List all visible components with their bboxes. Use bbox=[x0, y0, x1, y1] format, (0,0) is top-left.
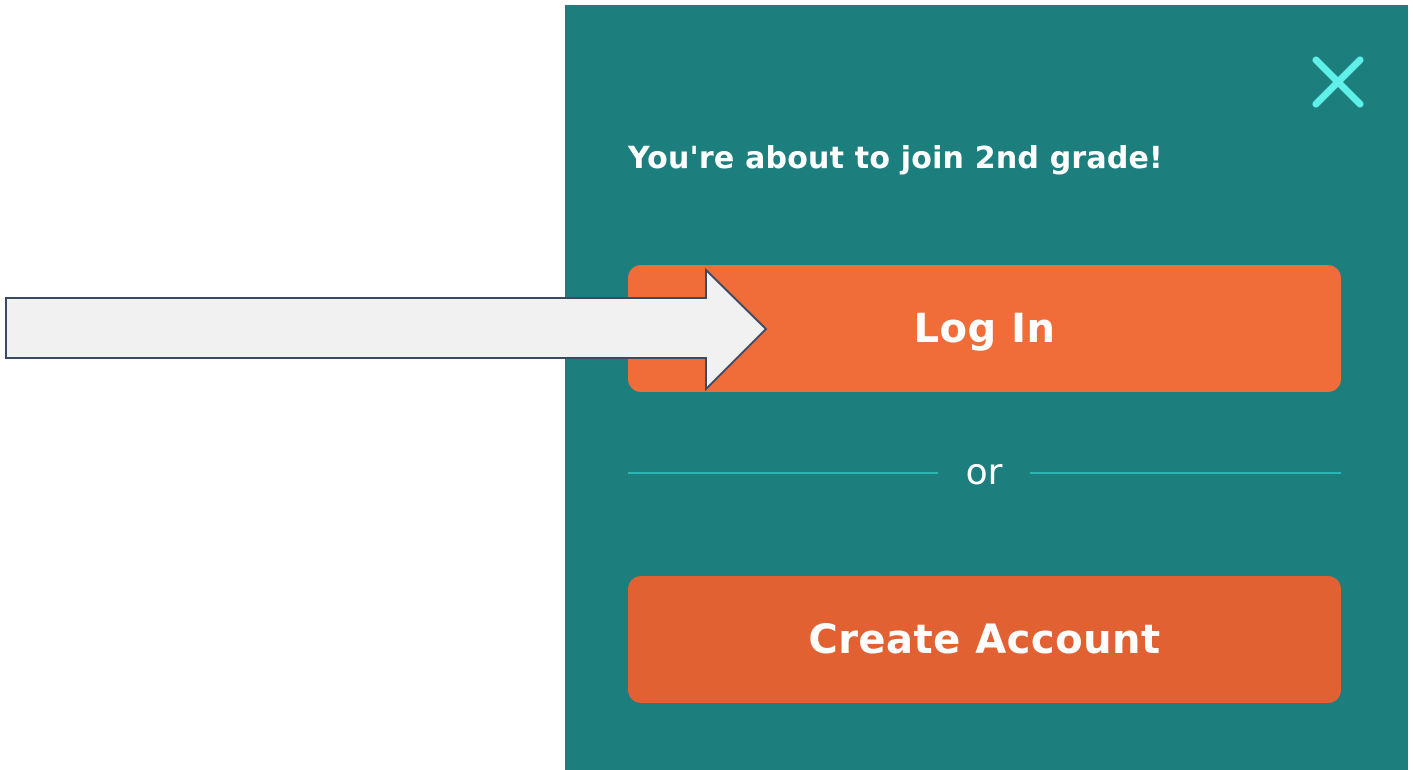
dialog-heading: You're about to join 2nd grade! bbox=[628, 141, 1163, 176]
close-icon bbox=[1312, 56, 1364, 108]
divider-line-left bbox=[628, 472, 938, 474]
join-class-dialog: You're about to join 2nd grade! Log In o… bbox=[565, 5, 1408, 770]
close-button[interactable] bbox=[1311, 55, 1365, 109]
divider-line-right bbox=[1030, 472, 1341, 474]
log-in-label: Log In bbox=[913, 305, 1056, 352]
create-account-label: Create Account bbox=[808, 616, 1161, 663]
screenshot-stage: You're about to join 2nd grade! Log In o… bbox=[0, 0, 1413, 770]
create-account-button[interactable]: Create Account bbox=[628, 576, 1341, 703]
divider-text: or bbox=[965, 452, 1003, 493]
or-divider: or bbox=[628, 450, 1341, 495]
log-in-button[interactable]: Log In bbox=[628, 265, 1341, 392]
